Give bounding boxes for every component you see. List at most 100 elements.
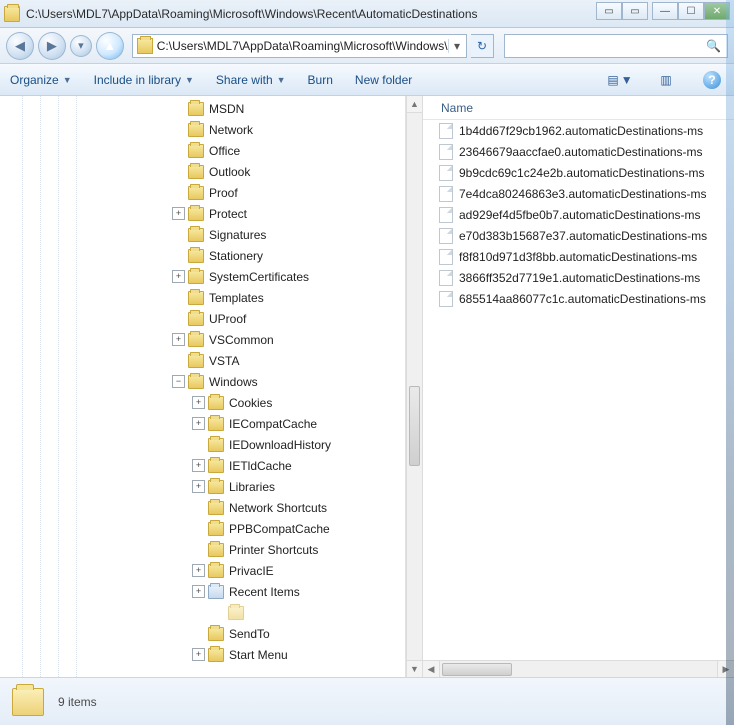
file-row[interactable]: ad929ef4d5fbe0b7.automaticDestinations-m… <box>423 204 734 225</box>
organize-menu[interactable]: Organize▼ <box>10 73 72 87</box>
folder-icon <box>208 648 224 662</box>
file-name: e70d383b15687e37.automaticDestinations-m… <box>459 229 707 243</box>
tree-node[interactable]: + Start Menu <box>0 644 405 665</box>
minimize-button[interactable]: — <box>652 2 678 20</box>
file-name: 23646679aaccfae0.automaticDestinations-m… <box>459 145 702 159</box>
tree-spacer <box>172 312 185 325</box>
tree-node[interactable]: PPBCompatCache <box>0 518 405 539</box>
close-button[interactable]: ✕ <box>704 2 730 20</box>
refresh-button[interactable]: ↻ <box>471 34 495 58</box>
scroll-right-arrow[interactable]: ▶ <box>717 661 734 678</box>
forward-button[interactable]: ▶ <box>38 32 66 60</box>
tree-spacer <box>172 354 185 367</box>
tree-node[interactable]: Outlook <box>0 161 405 182</box>
new-folder-button[interactable]: New folder <box>355 73 412 87</box>
file-row[interactable]: 685514aa86077c1c.automaticDestinations-m… <box>423 288 734 309</box>
tree-node[interactable]: VSTA <box>0 350 405 371</box>
file-row[interactable]: 9b9cdc69c1c24e2b.automaticDestinations-m… <box>423 162 734 183</box>
help-button[interactable]: ? <box>700 69 724 91</box>
tree-node[interactable]: Office <box>0 140 405 161</box>
burn-button[interactable]: Burn <box>308 73 333 87</box>
file-name: 3866ff352d7719e1.automaticDestinations-m… <box>459 271 700 285</box>
address-dropdown[interactable]: ▾ <box>448 39 466 53</box>
navigation-pane[interactable]: MSDN Network Office OutlookProof+ProtectSig… <box>0 96 406 677</box>
back-button[interactable]: ◀ <box>6 32 34 60</box>
expand-icon[interactable]: + <box>192 396 205 409</box>
tree-node[interactable]: +VSCommon <box>0 329 405 350</box>
tree-node[interactable]: Proof <box>0 182 405 203</box>
tree-node[interactable]: +SystemCertificates <box>0 266 405 287</box>
folder-icon <box>188 375 204 389</box>
expand-icon[interactable]: + <box>192 480 205 493</box>
tree-node[interactable]: +Libraries <box>0 476 405 497</box>
tree-node[interactable]: Network <box>0 119 405 140</box>
scroll-down-arrow[interactable]: ▼ <box>407 660 422 677</box>
up-button[interactable]: ▲ <box>96 32 124 60</box>
expand-icon[interactable]: + <box>192 417 205 430</box>
expand-icon[interactable]: + <box>172 270 185 283</box>
tree-node[interactable] <box>0 602 405 623</box>
tree-node[interactable]: Printer Shortcuts <box>0 539 405 560</box>
scroll-thumb[interactable] <box>409 386 420 466</box>
search-input[interactable]: 🔍 <box>504 34 728 58</box>
tree-spacer <box>192 438 205 451</box>
tree-node[interactable]: +PrivacIE <box>0 560 405 581</box>
tree-scrollbar[interactable]: ▲ ▼ <box>406 96 423 677</box>
collapse-icon[interactable]: − <box>172 375 185 388</box>
tree-node[interactable]: +IETldCache <box>0 455 405 476</box>
tree-node[interactable]: SendTo <box>0 623 405 644</box>
expand-icon[interactable]: + <box>192 585 205 598</box>
file-row[interactable]: 23646679aaccfae0.automaticDestinations-m… <box>423 141 734 162</box>
history-dropdown[interactable]: ▾ <box>70 35 92 57</box>
file-name: f8f810d971d3f8bb.automaticDestinations-m… <box>459 250 697 264</box>
expand-icon[interactable]: + <box>172 207 185 220</box>
view-options-button[interactable]: ▤ ▼ <box>608 69 632 91</box>
file-row[interactable]: 7e4dca80246863e3.automaticDestinations-m… <box>423 183 734 204</box>
tree-node[interactable]: MSDN <box>0 98 405 119</box>
file-row[interactable]: e70d383b15687e37.automaticDestinations-m… <box>423 225 734 246</box>
search-icon: 🔍 <box>706 39 721 53</box>
tree-node[interactable]: −Windows <box>0 371 405 392</box>
tree-spacer <box>212 606 225 619</box>
share-with-menu[interactable]: Share with▼ <box>216 73 286 87</box>
tree-node[interactable]: +Protect <box>0 203 405 224</box>
tree-node-label: Start Menu <box>229 648 288 662</box>
file-icon <box>439 186 453 202</box>
tree-node-label: Office <box>209 144 240 158</box>
include-library-menu[interactable]: Include in library▼ <box>94 73 194 87</box>
scroll-left-arrow[interactable]: ◀ <box>423 661 440 678</box>
file-row[interactable]: 3866ff352d7719e1.automaticDestinations-m… <box>423 267 734 288</box>
preview-pane-button[interactable]: ▥ <box>654 69 678 91</box>
tree-node[interactable]: +IECompatCache <box>0 413 405 434</box>
folder-icon <box>188 144 204 158</box>
file-row[interactable]: 1b4dd67f29cb1962.automaticDestinations-m… <box>423 120 734 141</box>
tree-node[interactable]: +Recent Items <box>0 581 405 602</box>
tree-node[interactable]: Stationery <box>0 245 405 266</box>
wc-extra1[interactable]: ▭ <box>596 2 622 20</box>
address-bar[interactable]: C:\Users\MDL7\AppData\Roaming\Microsoft\… <box>132 34 467 58</box>
maximize-button[interactable]: ☐ <box>678 2 704 20</box>
folder-icon <box>208 543 224 557</box>
file-row[interactable]: f8f810d971d3f8bb.automaticDestinations-m… <box>423 246 734 267</box>
tree-node[interactable]: Network Shortcuts <box>0 497 405 518</box>
column-header-name[interactable]: Name <box>423 96 734 120</box>
tree-node[interactable]: IEDownloadHistory <box>0 434 405 455</box>
expand-icon[interactable]: + <box>192 648 205 661</box>
help-icon: ? <box>703 71 721 89</box>
wc-extra2[interactable]: ▭ <box>622 2 648 20</box>
tree-node[interactable]: +Cookies <box>0 392 405 413</box>
folder-icon <box>188 102 204 116</box>
scroll-thumb[interactable] <box>442 663 512 676</box>
tree-node[interactable]: Templates <box>0 287 405 308</box>
file-list-pane[interactable]: Name 1b4dd67f29cb1962.automaticDestinati… <box>423 96 734 677</box>
file-name: 685514aa86077c1c.automaticDestinations-m… <box>459 292 706 306</box>
expand-icon[interactable]: + <box>192 459 205 472</box>
scroll-up-arrow[interactable]: ▲ <box>407 96 422 113</box>
tree-node[interactable]: UProof <box>0 308 405 329</box>
tree-node[interactable]: Signatures <box>0 224 405 245</box>
expand-icon[interactable]: + <box>192 564 205 577</box>
horizontal-scrollbar[interactable]: ◀ ▶ <box>423 660 734 677</box>
expand-icon[interactable]: + <box>172 333 185 346</box>
tree-node-label: Network <box>209 123 253 137</box>
folder-icon <box>188 333 204 347</box>
